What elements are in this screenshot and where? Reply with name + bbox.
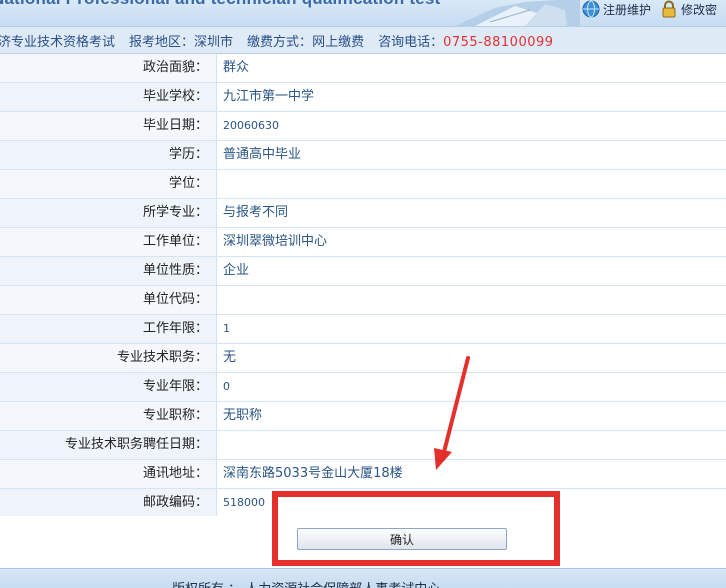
field-label: 邮政编码：: [0, 489, 217, 517]
field-label: 单位性质：: [0, 257, 217, 285]
field-value: 20060630: [217, 112, 726, 140]
table-row: 毕业学校： 九江市第一中学: [0, 83, 726, 112]
exam-info-bar: 济专业技术资格考试 报考地区：深圳市 缴费方式：网上缴费 咨询电话：0755-8…: [0, 26, 726, 54]
field-value: 深南东路5033号金山大厦18楼: [217, 460, 726, 488]
field-label: 工作单位：: [0, 228, 217, 256]
field-value: 普通高中毕业: [217, 141, 726, 169]
field-label: 政治面貌：: [0, 54, 217, 82]
field-value: 无: [217, 344, 726, 372]
register-maintenance-link[interactable]: 注册维护: [582, 0, 651, 18]
copyright-text: 版权所有 ： 人力资源社会保障部人事考试中心: [172, 578, 440, 588]
field-label: 学历：: [0, 141, 217, 169]
table-row: 单位代码：: [0, 286, 726, 315]
table-row: 专业技术职务：无: [0, 344, 726, 373]
field-label: 单位代码：: [0, 286, 217, 314]
table-row: 邮政编码： 518000: [0, 489, 726, 518]
field-label: 专业年限：: [0, 373, 217, 401]
field-value: 518000: [217, 489, 726, 517]
table-row: 通讯地址： 深南东路5033号金山大厦18楼: [0, 460, 726, 489]
field-value: 深圳翠微培训中心: [217, 228, 726, 256]
table-row: 专业技术职务聘任日期：: [0, 431, 726, 460]
register-maintenance-label: 注册维护: [603, 2, 652, 17]
confirm-button[interactable]: 确认: [297, 528, 507, 550]
field-value: 企业: [217, 257, 726, 285]
table-row: 毕业日期： 20060630: [0, 112, 726, 141]
field-label: 毕业日期：: [0, 112, 217, 140]
field-value: 0: [217, 373, 726, 401]
globe-icon: [582, 0, 600, 18]
field-value: 无职称: [217, 402, 726, 430]
header-banner: National Professional and technician qua…: [0, 0, 726, 26]
field-label: 专业技术职务聘任日期：: [0, 431, 217, 459]
field-label: 学位：: [0, 170, 217, 198]
phone-value: 0755-88100099: [443, 34, 554, 50]
field-label: 毕业学校：: [0, 83, 217, 111]
table-row: 专业职称： 无职称: [0, 402, 726, 431]
table-row: 所学专业： 与报考不同: [0, 199, 726, 228]
field-label: 工作年限：: [0, 315, 217, 343]
table-row: 工作年限： 1: [0, 315, 726, 344]
region-value: 深圳市: [194, 34, 234, 50]
field-label: 专业技术职务：: [0, 344, 217, 372]
table-row: 政治面貌： 群众: [0, 54, 726, 83]
banner-decoration-graphic: [455, 0, 580, 26]
lock-icon: [662, 0, 676, 18]
field-value: [217, 170, 726, 198]
field-label: 所学专业：: [0, 199, 217, 227]
table-row: 单位性质： 企业: [0, 257, 726, 286]
table-row: 专业年限： 0: [0, 373, 726, 402]
field-value: 1: [217, 315, 726, 343]
field-label: 通讯地址：: [0, 460, 217, 488]
payment-label: 缴费方式：: [247, 34, 313, 50]
exam-name: 济专业技术资格考试: [0, 34, 116, 50]
table-row: 工作单位： 深圳翠微培训中心: [0, 228, 726, 257]
field-value: 九江市第一中学: [217, 83, 726, 111]
banner-title: National Professional and technician qua…: [0, 0, 440, 9]
table-row: 学历： 普通高中毕业: [0, 141, 726, 170]
field-value: [217, 431, 726, 459]
region-label: 报考地区：: [129, 34, 195, 50]
table-row: 学位：: [0, 170, 726, 199]
field-label: 专业职称：: [0, 402, 217, 430]
payment-value: 网上缴费: [312, 34, 365, 50]
change-password-link[interactable]: 修改密: [660, 0, 717, 18]
field-value: 群众: [217, 54, 726, 82]
phone-label: 咨询电话：: [378, 34, 444, 50]
field-value: 与报考不同: [217, 199, 726, 227]
field-value: [217, 286, 726, 314]
footer: 版权所有 ： 人力资源社会保障部人事考试中心: [0, 568, 726, 588]
change-password-label: 修改密: [681, 2, 718, 17]
registration-info-table: 政治面貌： 群众 毕业学校： 九江市第一中学 毕业日期： 20060630 学历： 普通…: [0, 54, 726, 518]
